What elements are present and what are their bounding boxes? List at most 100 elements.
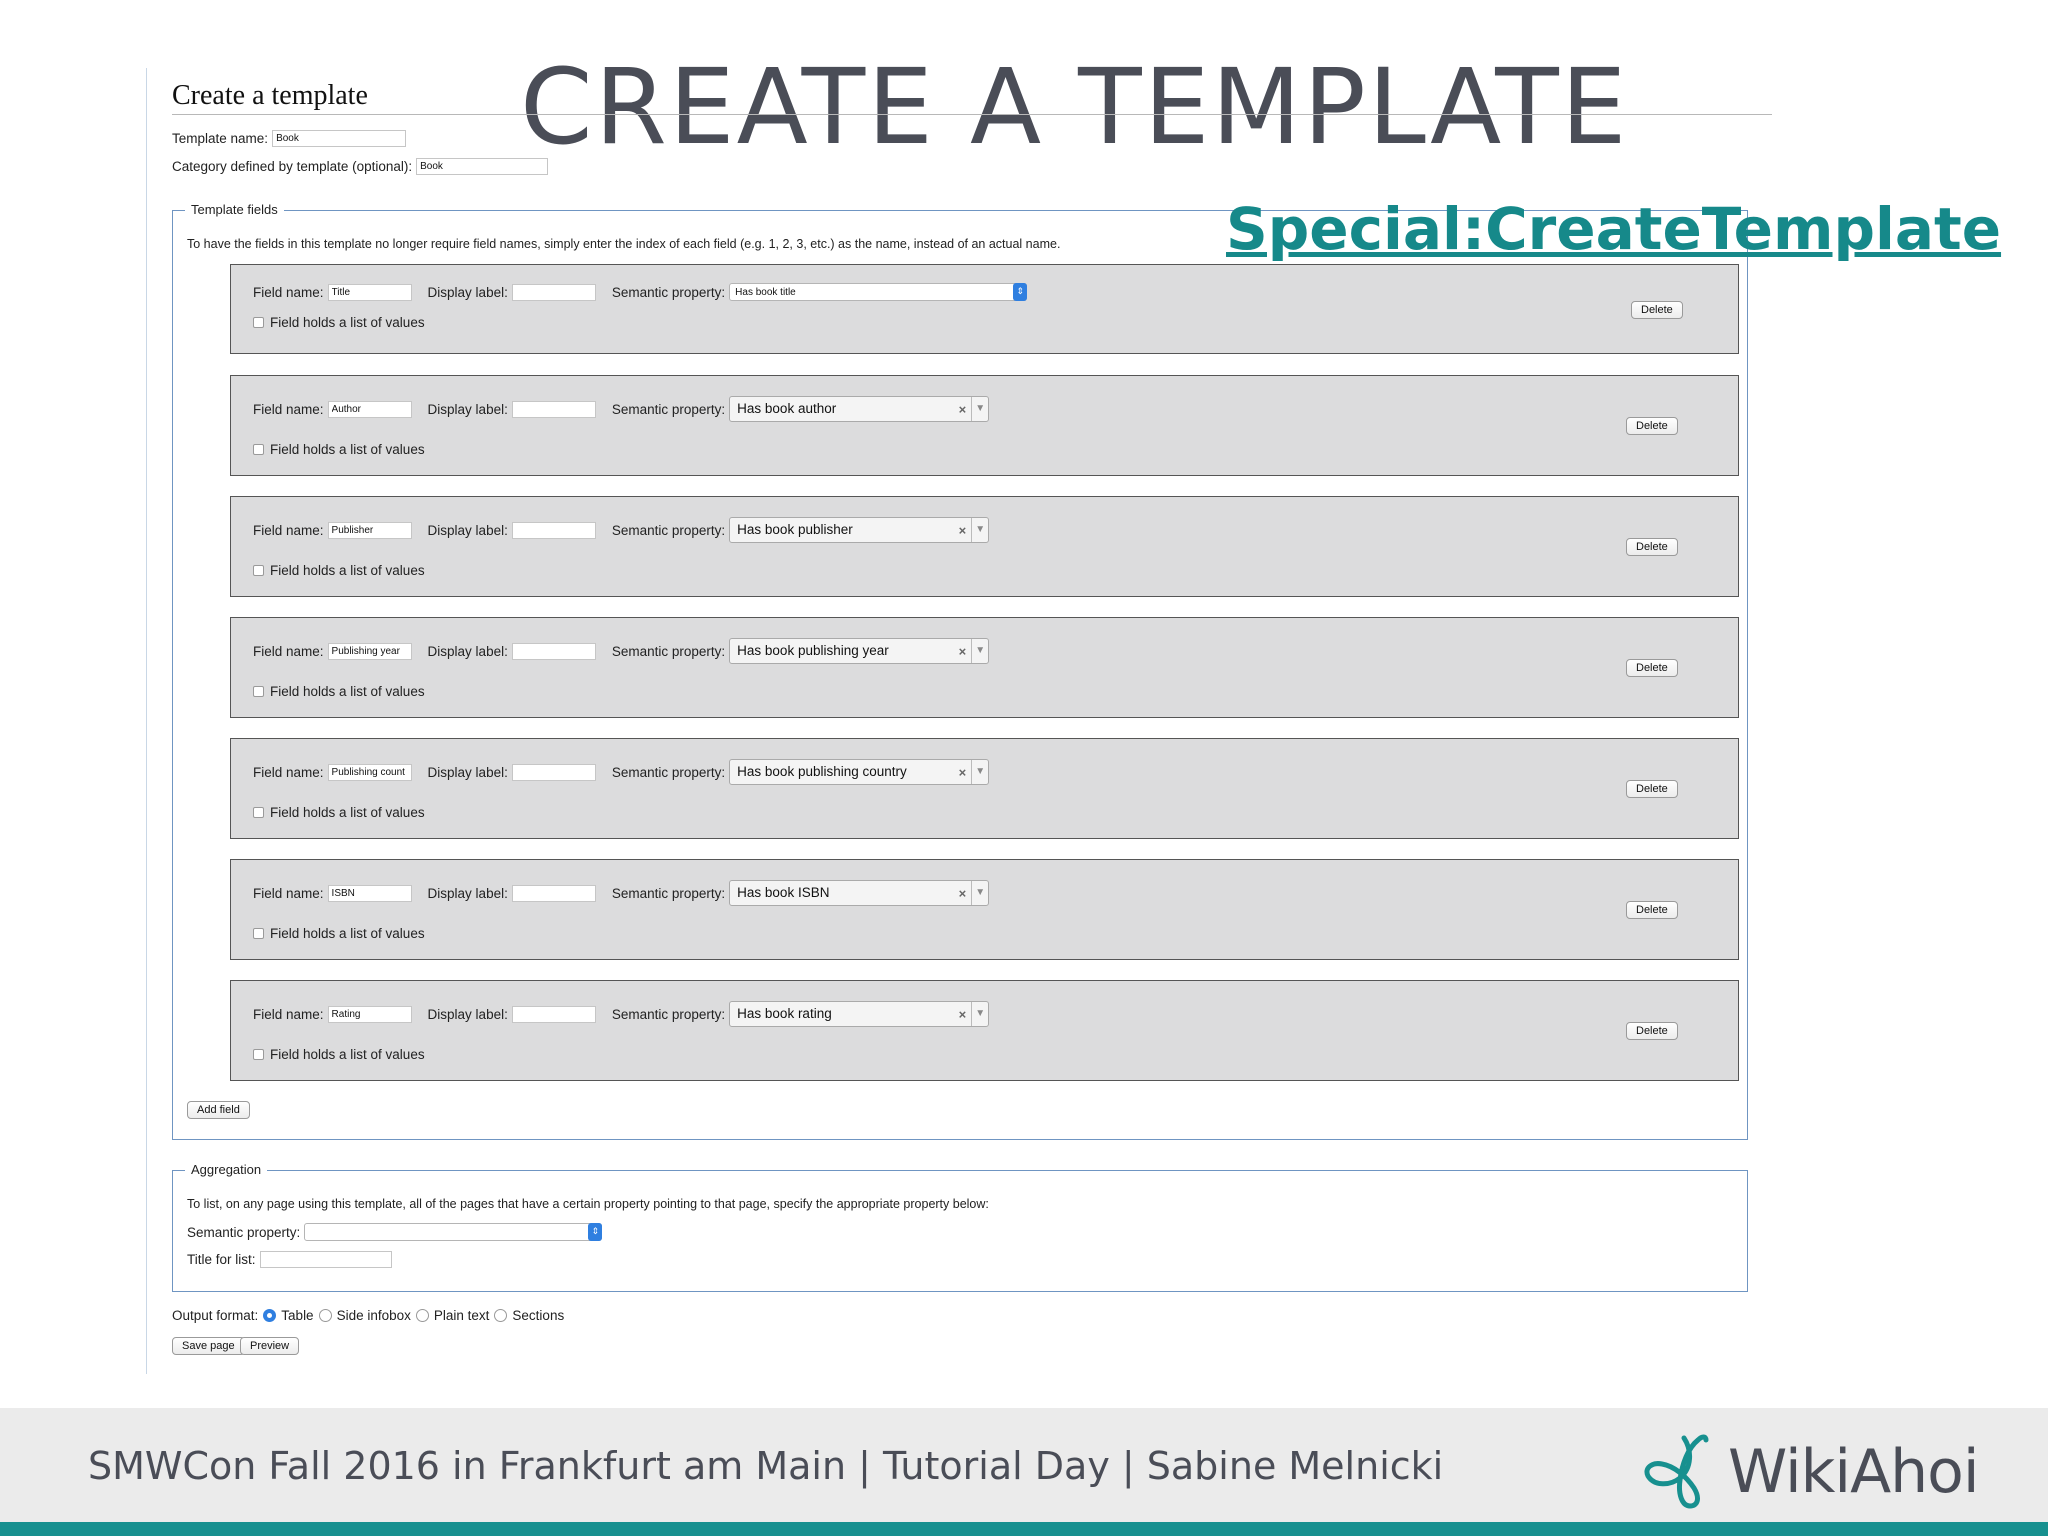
select-arrows-icon: ⇕ [588, 1223, 603, 1241]
special-create-template-link[interactable]: Special:CreateTemplate [1226, 196, 2001, 263]
dropdown-arrow-icon[interactable]: ▼ [971, 760, 988, 784]
semantic-property-combobox[interactable]: Has book publishing year × ▼ [729, 638, 990, 664]
slide-footer: SMWCon Fall 2016 in Frankfurt am Main | … [0, 1408, 2048, 1522]
delete-button[interactable]: Delete [1626, 538, 1678, 556]
delete-button[interactable]: Delete [1626, 780, 1678, 798]
semantic-property-combobox[interactable]: Has book publisher × ▼ [729, 517, 990, 543]
display-label-label: Display label: [427, 522, 508, 538]
wikiahoi-logo: WikiAhoi [1640, 1428, 1980, 1515]
field-name-input[interactable] [327, 884, 412, 902]
semantic-property-label: Semantic property: [611, 764, 726, 780]
list-values-checkbox[interactable] [253, 565, 264, 576]
title-for-list-row: Title for list: [187, 1251, 392, 1268]
display-label-label: Display label: [427, 764, 508, 780]
radio-plain-text[interactable] [415, 1309, 429, 1322]
semantic-property-combobox[interactable]: Has book rating × ▼ [729, 1001, 990, 1027]
display-label-input[interactable] [511, 400, 596, 418]
clear-icon[interactable]: × [959, 523, 967, 538]
list-values-label: Field holds a list of values [270, 805, 425, 820]
field-name-input[interactable] [327, 400, 412, 418]
clear-icon[interactable]: × [959, 765, 967, 780]
field-name-label: Field name: [253, 885, 324, 901]
field-row-3: Field name: Display label: Semantic prop… [230, 496, 1739, 597]
field-row-4: Field name: Display label: Semantic prop… [230, 617, 1739, 718]
preview-button[interactable]: Preview [240, 1337, 300, 1355]
list-values-checkbox[interactable] [253, 1049, 264, 1060]
semantic-property-value: Has book ISBN [737, 885, 830, 900]
field-row-6: Field name: Display label: Semantic prop… [230, 859, 1739, 960]
field-row-7: Field name: Display label: Semantic prop… [230, 980, 1739, 1081]
display-label-label: Display label: [427, 885, 508, 901]
semantic-property-label: Semantic property: [611, 1006, 726, 1022]
aggregation-property-row: Semantic property: ⇕ [187, 1223, 603, 1241]
dropdown-arrow-icon[interactable]: ▼ [971, 518, 988, 542]
semantic-property-label: Semantic property: [611, 643, 726, 659]
semantic-property-value: Has book publishing country [737, 764, 907, 779]
semantic-property-value: Has book author [737, 401, 837, 416]
aggregation-property-select[interactable]: ⇕ [304, 1223, 603, 1241]
field-name-input[interactable] [327, 642, 412, 660]
radio-table[interactable] [263, 1309, 277, 1322]
dropdown-arrow-icon[interactable]: ▼ [971, 881, 988, 905]
delete-button[interactable]: Delete [1626, 901, 1678, 919]
field-name-input[interactable] [327, 283, 412, 301]
clear-icon[interactable]: × [959, 644, 967, 659]
template-name-label: Template name: [172, 131, 269, 146]
display-label-input[interactable] [511, 642, 596, 660]
semantic-property-value: Has book title [735, 287, 796, 298]
add-field-button[interactable]: Add field [187, 1101, 250, 1119]
delete-button[interactable]: Delete [1626, 1022, 1678, 1040]
aggregation-hint: To list, on any page using this template… [187, 1197, 989, 1211]
create-template-screenshot: Create a template Template name: Categor… [146, 68, 1772, 1374]
aggregation-legend: Aggregation [185, 1162, 268, 1177]
list-values-checkbox[interactable] [253, 444, 264, 455]
semantic-property-combobox[interactable]: Has book publishing country × ▼ [729, 759, 990, 785]
delete-button[interactable]: Delete [1626, 417, 1678, 435]
field-name-input[interactable] [327, 521, 412, 539]
list-values-checkbox[interactable] [253, 317, 264, 328]
clear-icon[interactable]: × [959, 402, 967, 417]
semantic-property-select[interactable]: Has book title ⇕ [729, 283, 1028, 301]
delete-button[interactable]: Delete [1631, 301, 1683, 319]
category-row: Category defined by template (optional): [172, 158, 549, 175]
dropdown-arrow-icon[interactable]: ▼ [971, 397, 988, 421]
field-name-label: Field name: [253, 522, 324, 538]
display-label-input[interactable] [511, 763, 596, 781]
display-label-input[interactable] [511, 521, 596, 539]
list-values-checkbox[interactable] [253, 928, 264, 939]
field-name-label: Field name: [253, 1006, 324, 1022]
page-title: Create a template [172, 80, 368, 111]
semantic-property-value: Has book rating [737, 1006, 832, 1021]
display-label-input[interactable] [511, 884, 596, 902]
template-name-input[interactable] [272, 130, 407, 147]
display-label-label: Display label: [427, 401, 508, 417]
list-values-label: Field holds a list of values [270, 684, 425, 699]
delete-button[interactable]: Delete [1626, 659, 1678, 677]
aggregation-property-label: Semantic property: [187, 1224, 301, 1240]
field-name-label: Field name: [253, 401, 324, 417]
list-values-label: Field holds a list of values [270, 926, 425, 941]
output-format-label: Output format: [172, 1308, 259, 1323]
radio-side-infobox[interactable] [318, 1309, 332, 1322]
bottom-accent-bar [0, 1522, 2048, 1536]
template-fields-fieldset: Template fields To have the fields in th… [172, 202, 1748, 1140]
field-name-label: Field name: [253, 643, 324, 659]
clear-icon[interactable]: × [959, 1007, 967, 1022]
dropdown-arrow-icon[interactable]: ▼ [971, 1002, 988, 1026]
field-name-input[interactable] [327, 1005, 412, 1023]
semantic-property-combobox[interactable]: Has book ISBN × ▼ [729, 880, 990, 906]
save-page-button[interactable]: Save page [172, 1337, 245, 1355]
clear-icon[interactable]: × [959, 886, 967, 901]
list-values-checkbox[interactable] [253, 807, 264, 818]
title-for-list-input[interactable] [259, 1251, 392, 1268]
semantic-property-combobox[interactable]: Has book author × ▼ [729, 396, 990, 422]
radio-plain-text-label: Plain text [433, 1308, 490, 1323]
list-values-checkbox[interactable] [253, 686, 264, 697]
template-fields-hint: To have the fields in this template no l… [187, 237, 1061, 251]
field-name-input[interactable] [327, 763, 412, 781]
display-label-input[interactable] [511, 283, 596, 301]
dropdown-arrow-icon[interactable]: ▼ [971, 639, 988, 663]
display-label-input[interactable] [511, 1005, 596, 1023]
category-input[interactable] [416, 158, 549, 175]
radio-sections[interactable] [494, 1309, 508, 1322]
